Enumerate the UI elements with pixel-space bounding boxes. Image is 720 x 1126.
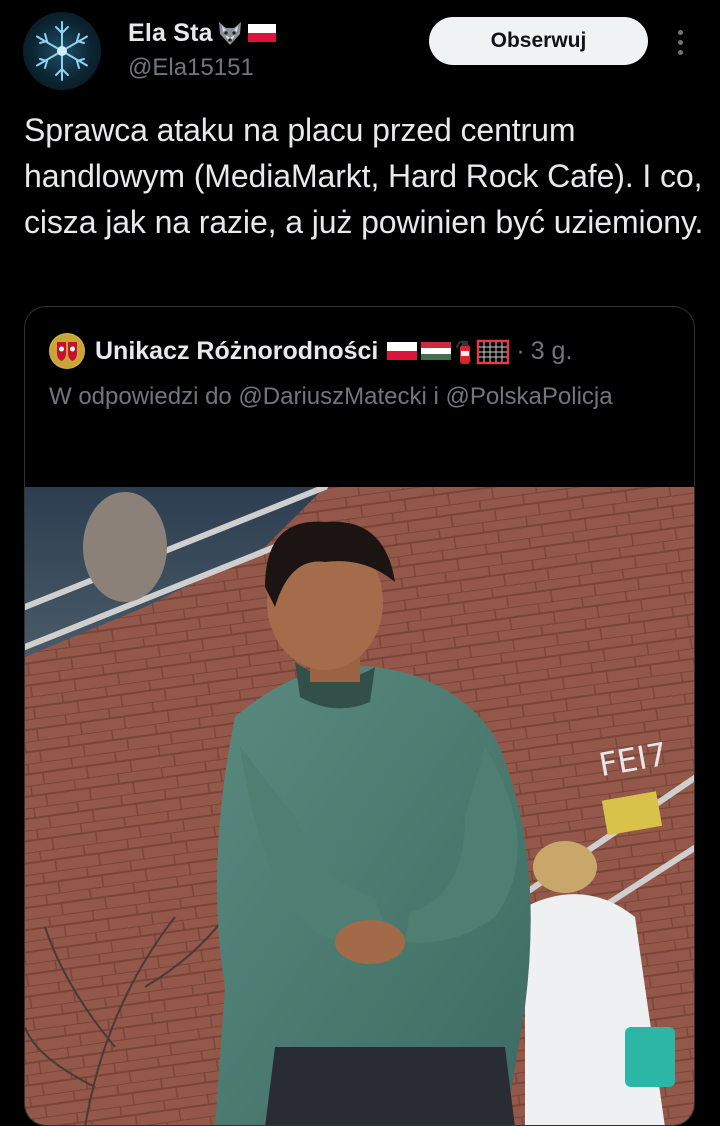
poland-flag-emoji-icon — [387, 342, 418, 360]
quoted-author-name[interactable]: Unikacz Różnorodności — [95, 337, 378, 366]
quoted-author-emojis — [386, 336, 510, 366]
quoted-tweet-time[interactable]: 3 g. — [531, 337, 573, 366]
author-name-row[interactable]: Ela Sta — [128, 16, 277, 50]
author-handle[interactable]: @Ela15151 — [128, 54, 254, 82]
poland-flag-emoji-icon — [247, 22, 277, 44]
more-options-icon[interactable] — [668, 24, 692, 60]
wolf-face-emoji-icon — [215, 18, 245, 48]
coat-of-arms-icon — [50, 334, 84, 368]
separator-dot: · — [516, 336, 525, 365]
tweet-header: Ela Sta @Ela15151 Obserwuj — [0, 0, 720, 100]
quoted-tweet-photo[interactable]: FEI7 — [25, 487, 694, 1125]
goal-net-emoji-icon — [477, 339, 510, 365]
quoted-tweet-header: Unikacz Różnorodności · 3 g. — [49, 333, 572, 369]
snowflake-icon — [36, 21, 88, 81]
more-dot — [677, 39, 683, 45]
hungary-flag-emoji-icon — [421, 342, 452, 360]
follow-button[interactable]: Obserwuj — [429, 17, 648, 65]
more-dot — [677, 49, 683, 55]
tweet-text: Sprawca ataku na placu przed centrum han… — [24, 112, 704, 240]
more-dot — [677, 29, 683, 35]
quoted-tweet[interactable]: Unikacz Różnorodności · 3 g. W odpowiedz… — [24, 306, 695, 1126]
quoted-author-avatar[interactable] — [49, 333, 85, 369]
photo-image: FEI7 — [25, 487, 694, 1125]
author-avatar[interactable] — [23, 12, 101, 90]
fire-extinguisher-emoji-icon — [456, 340, 471, 364]
author-display-name[interactable]: Ela Sta — [128, 19, 213, 48]
reply-context: W odpowiedzi do @DariuszMatecki i @Polsk… — [49, 383, 613, 410]
